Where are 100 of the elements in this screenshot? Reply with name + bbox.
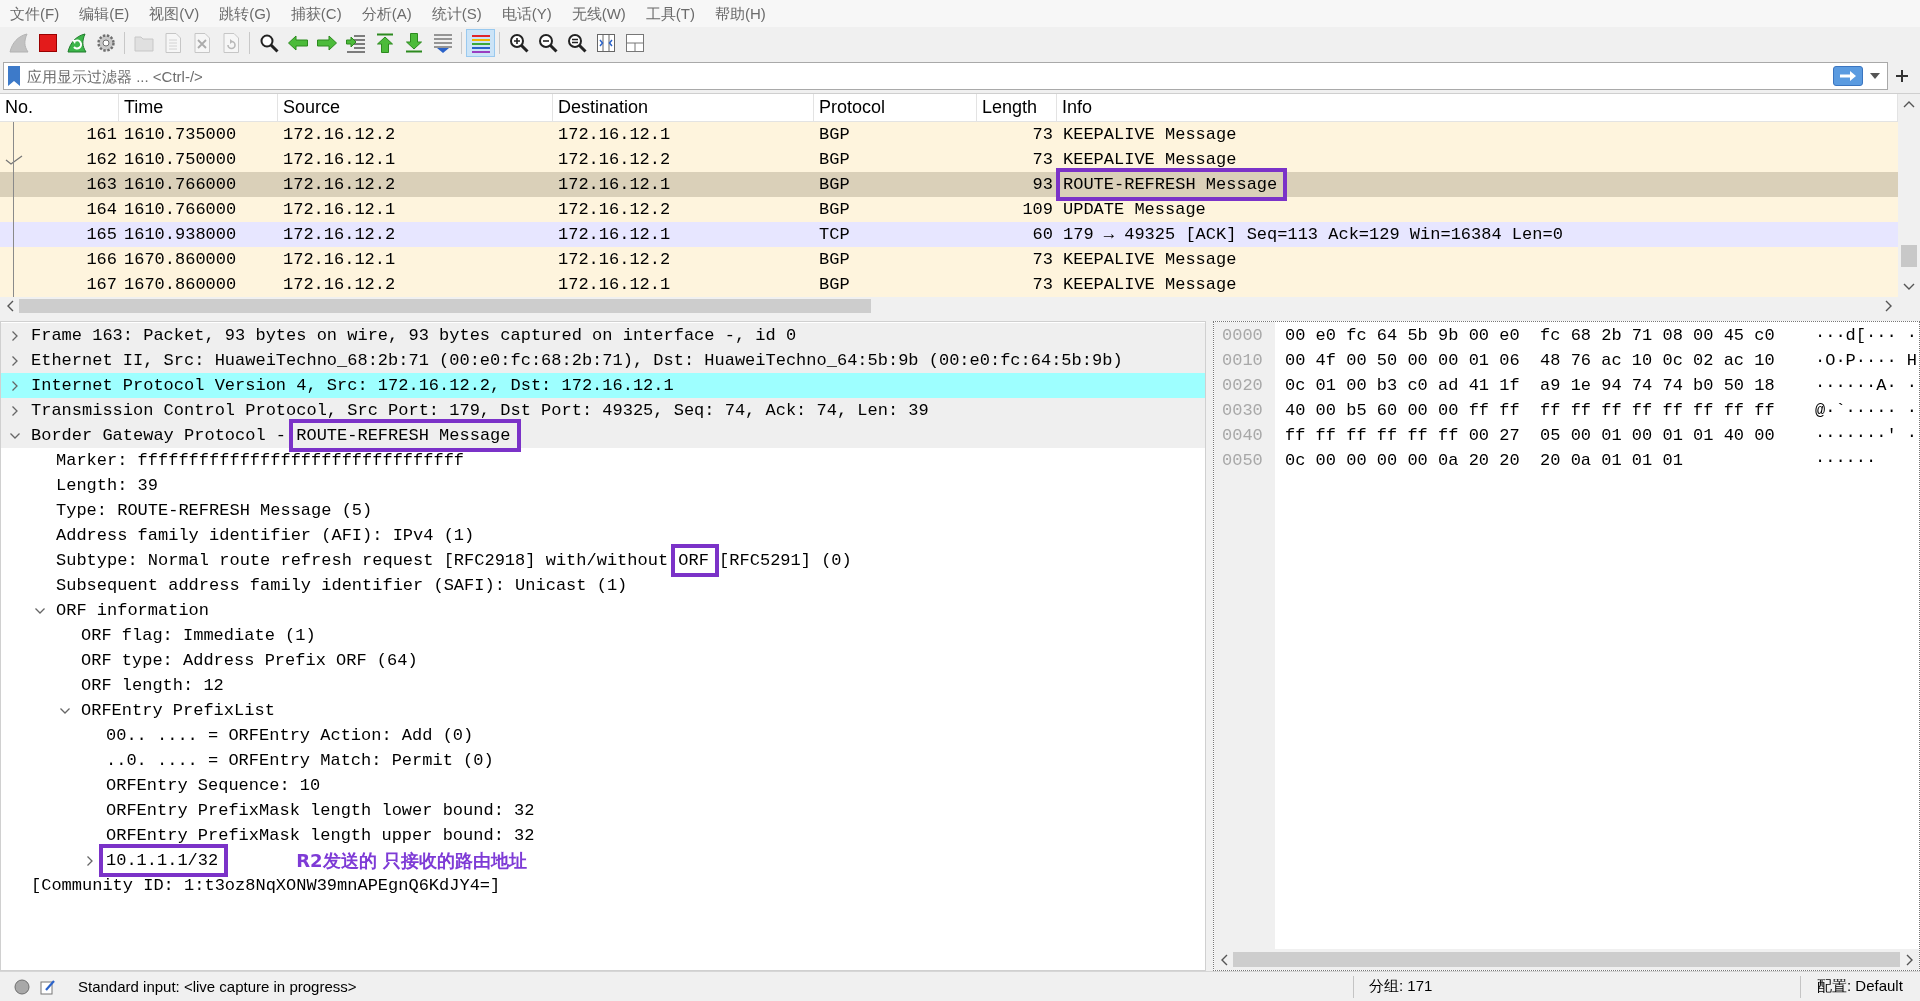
restart-icon (65, 32, 88, 54)
destination-address: 172.16.12.2 (558, 249, 671, 271)
vertical-scrollbar[interactable] (1898, 94, 1920, 315)
protocol-name: TCP (819, 224, 850, 246)
destination-address: 172.16.12.2 (558, 149, 671, 171)
protocol-name: BGP (819, 199, 850, 221)
tree-item[interactable]: Type: ROUTE-REFRESH Message (5) (56, 498, 373, 523)
horizontal-scrollbar[interactable] (1214, 949, 1919, 970)
tree-item[interactable]: Address family identifier (AFI): IPv4 (1) (56, 523, 475, 548)
ascii-text: ·······' · (1815, 425, 1918, 447)
destination-address: 172.16.12.1 (558, 224, 671, 246)
packet-number: 161 (86, 124, 117, 146)
column-header[interactable]: Source (278, 94, 553, 121)
packet-length: 73 (1032, 274, 1053, 296)
column-header[interactable]: No. (0, 94, 119, 121)
bookmark-icon[interactable] (7, 65, 21, 87)
hex-bytes: ff ff ff ff ff ff 00 27 05 00 01 00 01 01 40 00 (1285, 425, 1776, 447)
packet-time: 1610.735000 (124, 124, 237, 146)
packet-number: 164 (86, 199, 117, 221)
packet-row[interactable]: 164 1610.766000 172.16.12.1 172.16.12.2 BGP 109 UPDATE Message (0, 197, 1898, 222)
tree-item[interactable]: Ethernet II, Src: HuaweiTechno_68:2b:71 (00:e0:fc:68:2b:71), Dst: HuaweiTechno_64:5b:9b (00:e0:fc:64:5b:9b) (1, 348, 1205, 373)
scrollbar-thumb[interactable] (1901, 245, 1917, 267)
tree-item[interactable]: ORF flag: Immediate (1) (81, 623, 316, 648)
ascii-text: @·`····· · (1815, 400, 1918, 422)
profile-name[interactable]: 配置: Default (1817, 977, 1903, 996)
protocol-name: BGP (819, 249, 850, 271)
zoom-in-icon (507, 32, 530, 54)
menu-item[interactable]: 视图(V) (139, 0, 210, 27)
scroll-down-icon[interactable] (1903, 283, 1915, 291)
packet-row[interactable]: 161 1610.735000 172.16.12.2 172.16.12.1 BGP 73 KEEPALIVE Message (0, 122, 1898, 147)
hex-bytes: 00 4f 00 50 00 00 01 06 48 76 ac 10 0c 02 ac 10 (1285, 350, 1776, 372)
menu-item[interactable]: 文件(F) (0, 0, 70, 27)
tree-item[interactable]: ORF length: 12 (81, 673, 224, 698)
packet-time: 1610.766000 (124, 199, 237, 221)
menu-item[interactable]: 无线(W) (561, 0, 636, 27)
packet-time: 1670.860000 (124, 274, 237, 296)
source-address: 172.16.12.2 (283, 274, 396, 296)
column-header[interactable]: Destination (553, 94, 814, 121)
tree-item[interactable]: Length: 39 (56, 473, 159, 498)
packet-row[interactable]: 165 1610.938000 172.16.12.2 172.16.12.1 TCP 60 179 → 49325 [ACK] Seq=113 Ack=129 Win=16384 Len=0 (0, 222, 1898, 247)
packet-length: 93 (1032, 174, 1053, 196)
tree-item[interactable]: Subsequent address family identifier (SAFI): Unicast (1) (56, 573, 628, 598)
packet-length: 60 (1032, 224, 1053, 246)
menu-item[interactable]: 帮助(H) (704, 0, 776, 27)
menu-item[interactable]: 捕获(C) (280, 0, 352, 27)
menu-item[interactable]: 分析(A) (351, 0, 422, 27)
packet-row[interactable]: 167 1670.860000 172.16.12.2 172.16.12.1 BGP 73 KEEPALIVE Message (0, 272, 1898, 297)
scroll-right-icon[interactable] (1885, 300, 1893, 312)
column-header[interactable]: Protocol (814, 94, 977, 121)
protocol-name: BGP (819, 124, 850, 146)
filter-field[interactable]: 应用显示过滤器 ... <Ctrl-/> (3, 62, 1888, 90)
status-dot-icon[interactable] (14, 978, 30, 995)
menu-item[interactable]: 电话(Y) (491, 0, 562, 27)
menu-item[interactable]: 编辑(E) (69, 0, 140, 27)
tree-item[interactable]: Internet Protocol Version 4, Src: 172.16.12.2, Dst: 172.16.12.1 (1, 373, 1205, 398)
packet-row[interactable]: 162 1610.750000 172.16.12.1 172.16.12.2 BGP 73 KEEPALIVE Message (0, 147, 1898, 172)
tree-item[interactable]: Marker: ffffffffffffffffffffffffffffffff (56, 448, 465, 473)
menu-item[interactable]: 跳转(G) (209, 0, 281, 27)
tree-item[interactable]: ..0. .... = ORFEntry Match: Permit (0) (106, 748, 494, 773)
left-arrow-icon (286, 32, 309, 54)
packet-row[interactable]: 166 1670.860000 172.16.12.1 172.16.12.2 BGP 73 KEEPALIVE Message (0, 247, 1898, 272)
autoscroll-icon (431, 32, 454, 54)
scrollbar-thumb[interactable] (19, 299, 871, 313)
tree-item[interactable]: 00.. .... = ORFEntry Action: Add (0) (106, 723, 474, 748)
filter-input[interactable]: 应用显示过滤器 ... <Ctrl-/> (23, 64, 1833, 88)
tree-item[interactable]: ORFEntry PrefixMask length lower bound: 32 (106, 798, 535, 823)
byte-offset: 0050 (1222, 450, 1263, 472)
byte-offset: 0020 (1222, 375, 1263, 397)
packet-count: 分组: 171 (1369, 977, 1433, 996)
edit-note-icon[interactable] (40, 978, 56, 995)
byte-offset: 0030 (1222, 400, 1263, 422)
tree-item[interactable]: ORFEntry Sequence: 10 (106, 773, 321, 798)
tree-item[interactable]: ORFEntry PrefixMask length upper bound: 32 (106, 823, 535, 848)
menu-item[interactable]: 统计(S) (421, 0, 492, 27)
scroll-left-icon[interactable] (6, 300, 14, 312)
ascii-text: ···d[··· · (1815, 325, 1918, 347)
scroll-right-icon[interactable] (1906, 953, 1914, 966)
apply-filter-button[interactable] (1833, 66, 1863, 86)
scroll-up-icon[interactable] (1903, 100, 1915, 108)
tree-item[interactable]: Subtype: Normal route refresh request [RFC2918] with/without ORF [RFC5291] (0) (56, 548, 852, 573)
packet-time: 1610.766000 (124, 174, 237, 196)
byte-offset: 0000 (1222, 325, 1263, 347)
tree-item[interactable]: ORF information (56, 598, 210, 623)
menu-item[interactable]: 工具(T) (635, 0, 705, 27)
packet-info: UPDATE Message (1063, 200, 1206, 219)
tree-item[interactable]: ORFEntry PrefixList (81, 698, 275, 723)
right-arrow-icon (1839, 70, 1857, 82)
scrollbar-thumb[interactable] (1233, 952, 1900, 967)
tree-item[interactable]: [Community ID: 1:t3oz8NqXONW39mnAPEgnQ6KdJY4=] (31, 873, 501, 898)
scroll-left-icon[interactable] (1220, 953, 1228, 966)
column-header[interactable]: Time (119, 94, 278, 121)
tree-item[interactable]: Frame 163: Packet, 93 bytes on wire, 93 bytes captured on interface -, id 0 (1, 323, 1205, 348)
tree-item[interactable]: Transmission Control Protocol, Src Port: 179, Dst Port: 49325, Seq: 74, Ack: 74, Len: 39 (1, 398, 1205, 423)
source-address: 172.16.12.2 (283, 124, 396, 146)
column-header[interactable]: Length (977, 94, 1057, 121)
tree-item[interactable]: 10.1.1.1/32 (106, 848, 219, 873)
tree-item[interactable]: ORF type: Address Prefix ORF (64) (81, 648, 418, 673)
ascii-text: ······A· · (1815, 375, 1918, 397)
packet-time: 1670.860000 (124, 249, 237, 271)
packet-info: KEEPALIVE Message (1063, 125, 1237, 144)
